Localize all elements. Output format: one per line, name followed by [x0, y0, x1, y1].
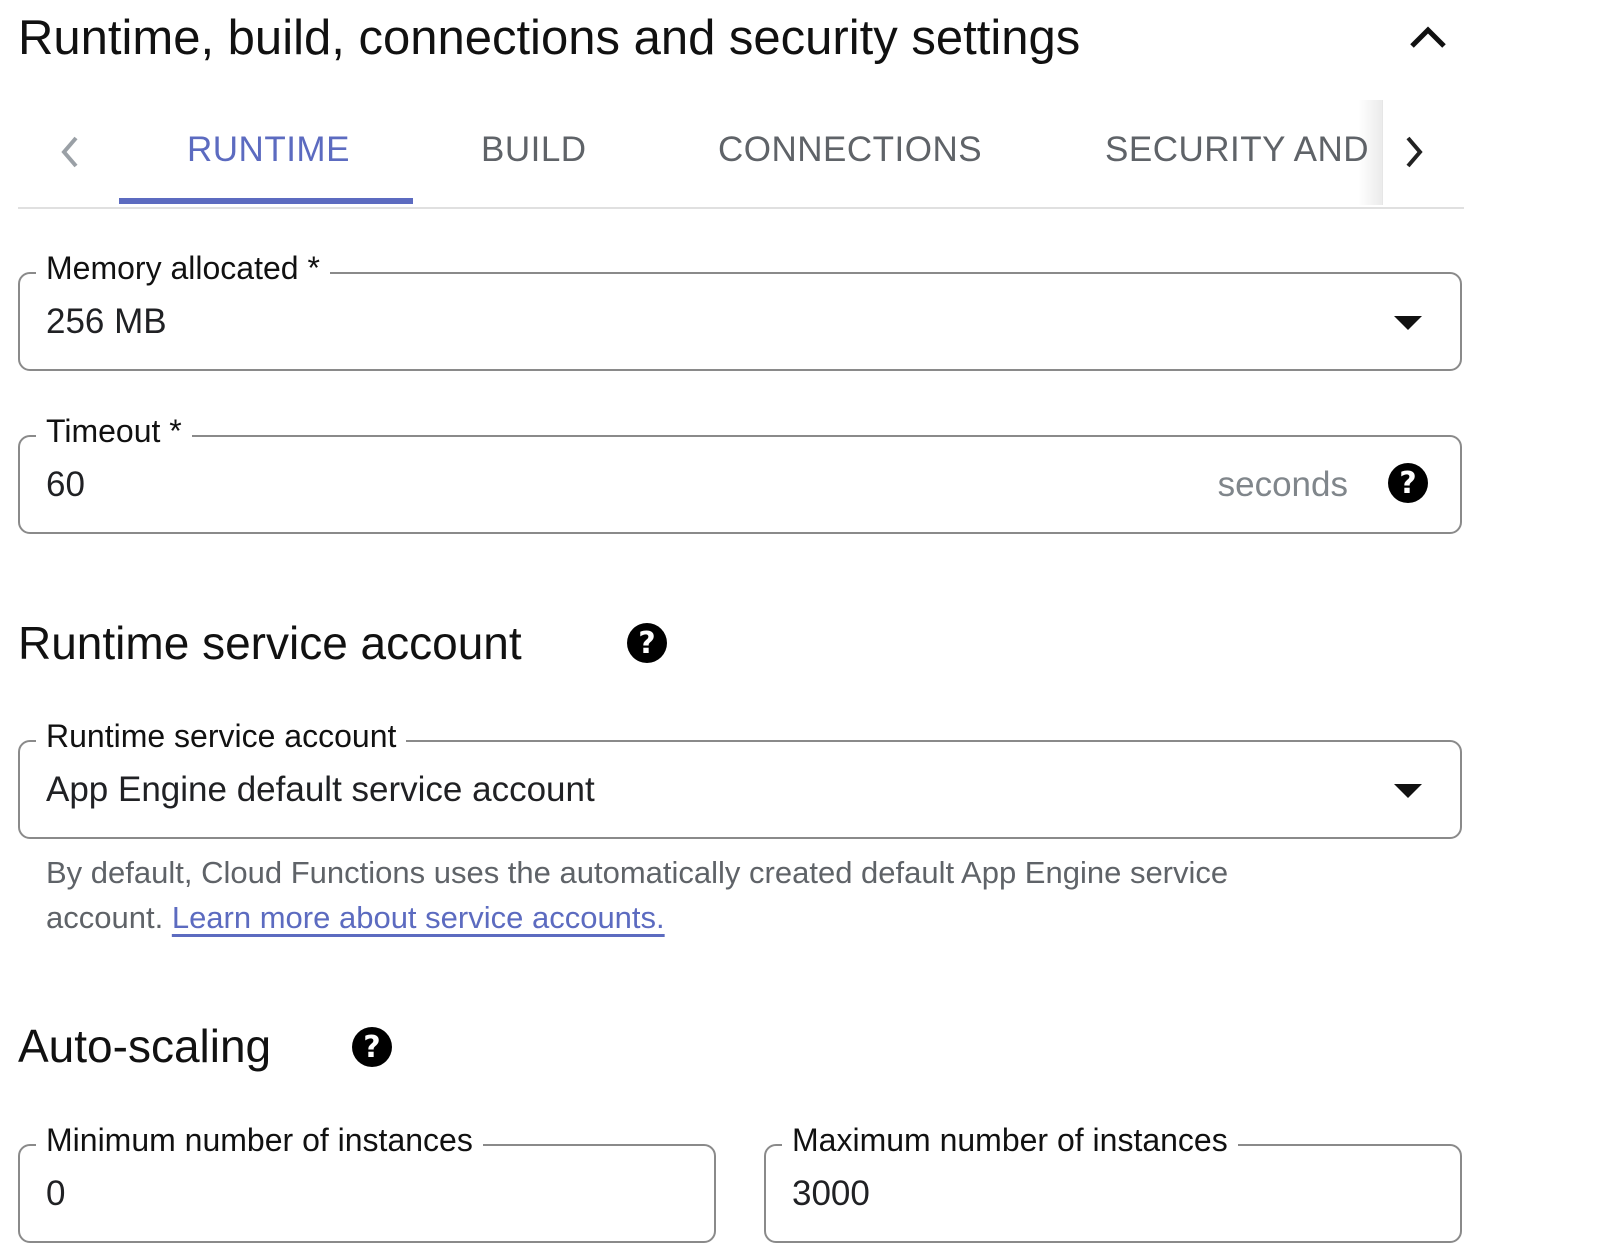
learn-more-link[interactable]: Learn more about service accounts.: [172, 900, 665, 935]
dropdown-arrow-icon: [1394, 316, 1422, 330]
tab-runtime[interactable]: RUNTIME: [187, 130, 350, 170]
min-instances-field[interactable]: Minimum number of instances 0: [18, 1120, 716, 1243]
max-instances-label: Maximum number of instances: [782, 1120, 1238, 1160]
chevron-right-icon[interactable]: [1396, 130, 1432, 174]
service-account-label: Runtime service account: [36, 716, 407, 756]
tab-bar: RUNTIME BUILD CONNECTIONS SECURITY AND: [18, 100, 1464, 209]
tab-scroll-shadow: [1358, 100, 1383, 205]
tab-connections[interactable]: CONNECTIONS: [718, 130, 982, 170]
memory-value: 256 MB: [46, 302, 167, 341]
max-instances-input[interactable]: 3000: [792, 1172, 870, 1216]
service-account-value: App Engine default service account: [46, 770, 595, 809]
service-account-hint: By default, Cloud Functions uses the aut…: [46, 850, 1346, 940]
autoscaling-heading: Auto-scaling: [18, 1020, 272, 1072]
help-icon[interactable]: ?: [1388, 463, 1428, 503]
chevron-up-icon[interactable]: [1405, 14, 1451, 60]
service-account-select[interactable]: Runtime service account App Engine defau…: [18, 716, 1462, 839]
dropdown-arrow-icon: [1394, 784, 1422, 798]
tab-security[interactable]: SECURITY AND: [1105, 130, 1369, 170]
service-account-heading: Runtime service account: [18, 617, 522, 669]
chevron-left-icon[interactable]: [52, 130, 88, 174]
help-icon[interactable]: ?: [627, 623, 667, 663]
timeout-field[interactable]: Timeout * 60 seconds ?: [18, 411, 1462, 534]
timeout-input[interactable]: 60: [46, 463, 85, 507]
active-tab-indicator: [119, 198, 413, 204]
help-icon[interactable]: ?: [352, 1027, 392, 1067]
tab-build[interactable]: BUILD: [481, 130, 587, 170]
memory-select[interactable]: Memory allocated * 256 MB: [18, 248, 1462, 371]
section-title: Runtime, build, connections and security…: [18, 11, 1081, 65]
memory-label: Memory allocated *: [36, 248, 330, 288]
min-instances-input[interactable]: 0: [46, 1172, 65, 1216]
timeout-suffix: seconds: [1217, 465, 1348, 504]
min-instances-label: Minimum number of instances: [36, 1120, 483, 1160]
timeout-label: Timeout *: [36, 411, 192, 451]
max-instances-field[interactable]: Maximum number of instances 3000: [764, 1120, 1462, 1243]
